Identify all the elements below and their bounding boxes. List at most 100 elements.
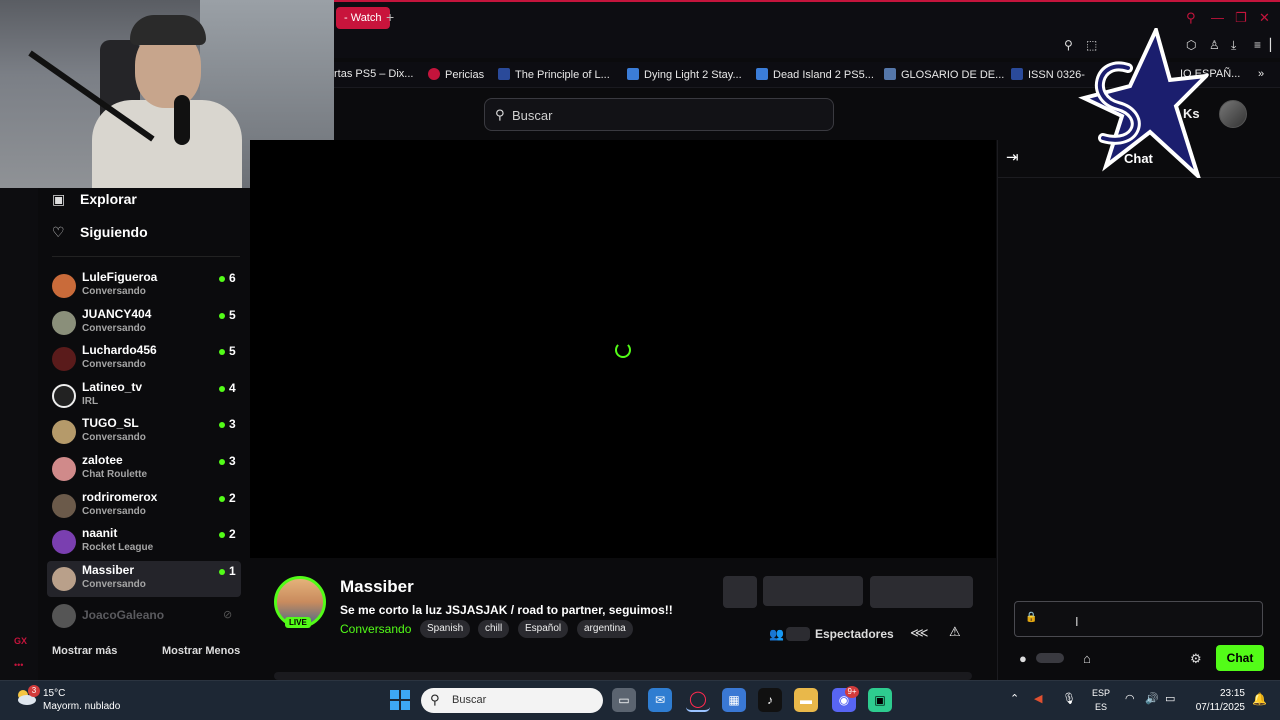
bookmarks-overflow-icon[interactable]: »	[1258, 68, 1264, 80]
tray-app-icon[interactable]: ◀	[1034, 692, 1042, 705]
bookmark-item[interactable]: rtas PS5 – Dix...	[334, 68, 413, 80]
chat-message-input[interactable]	[1014, 601, 1263, 637]
tag-pill[interactable]: chill	[478, 620, 510, 638]
battery-icon[interactable]: ▭	[1165, 692, 1175, 705]
opera-gx-icon[interactable]: ◯	[686, 688, 710, 712]
microphone-icon	[174, 95, 190, 145]
pin-icon[interactable]: ⚲	[1064, 38, 1073, 52]
issn-favicon	[1011, 68, 1023, 80]
channel-name: LuleFigueroa	[82, 270, 158, 284]
viewer-count: 3	[229, 454, 236, 468]
menu-icon[interactable]: ≡	[1254, 38, 1261, 52]
user-avatar[interactable]	[1219, 100, 1247, 128]
nav-following[interactable]: ♡ Siguiendo	[52, 224, 148, 241]
search-placeholder: Buscar	[512, 108, 553, 123]
app-icon[interactable]: ▣	[868, 688, 892, 712]
channel-category: Conversando	[82, 286, 146, 297]
store-icon[interactable]: ⌂	[1083, 651, 1091, 666]
channel-category: Conversando	[82, 432, 146, 443]
collapse-chat-icon[interactable]: ⇥	[1006, 148, 1019, 166]
sidebar-channel[interactable]: naanit Rocket League 2	[47, 524, 241, 560]
channel-name: Latineo_tv	[82, 380, 143, 394]
wifi-icon[interactable]: ◠	[1125, 692, 1135, 705]
weather-temp[interactable]: 15°C	[43, 688, 65, 699]
clock-date[interactable]: 07/11/2025	[1192, 702, 1245, 713]
show-more-button[interactable]: Mostrar más	[52, 645, 117, 657]
notification-icon[interactable]: 🔔	[1252, 692, 1267, 706]
more-options-icon[interactable]: •••	[14, 660, 23, 670]
show-less-button[interactable]: Mostrar Menos	[162, 645, 240, 657]
sidebar-channel[interactable]: Luchardo456 Conversando 5	[47, 341, 241, 377]
sidebar-channel[interactable]: TUGO_SL Conversando 3	[47, 414, 241, 450]
channel-name: JUANCY404	[82, 307, 152, 321]
viewers-label: Espectadores	[815, 627, 894, 641]
cam-cap	[130, 15, 206, 45]
profile-icon[interactable]: ♙	[1209, 38, 1220, 52]
folder-icon[interactable]: ▬	[794, 688, 818, 712]
sidebar-channel[interactable]: zalotee Chat Roulette 3	[47, 451, 241, 487]
star-logo-icon	[1078, 28, 1208, 178]
minimize-icon[interactable]: —	[1211, 10, 1224, 25]
store-icon[interactable]: ▦	[722, 688, 746, 712]
live-dot-icon	[219, 496, 225, 502]
loading-placeholder	[763, 576, 863, 606]
stream-category[interactable]: Conversando	[340, 622, 411, 636]
channel-name: JoacoGaleano	[82, 608, 165, 622]
download-icon[interactable]: ⤓	[1231, 38, 1236, 53]
clock-time[interactable]: 23:15	[1207, 688, 1245, 699]
tray-overflow-icon[interactable]: ⌃	[1010, 692, 1019, 705]
taskbar-search-input[interactable]: ⚲ Buscar	[421, 688, 603, 713]
share-icon[interactable]: ⋘	[910, 625, 929, 641]
restore-icon[interactable]: ❐	[1235, 10, 1247, 26]
emote-icon[interactable]: ●	[1019, 651, 1027, 666]
sidebar-channel[interactable]: rodriromerox Conversando 2	[47, 488, 241, 524]
browse-icon: ▣	[52, 191, 66, 207]
doc-favicon	[756, 68, 768, 80]
bookmark-item[interactable]: ISSN 0326-	[1011, 68, 1085, 81]
bookmark-item[interactable]: Dying Light 2 Stay...	[627, 68, 742, 81]
gx-label: GX	[14, 636, 28, 646]
keyboard-layout[interactable]: ES	[1095, 702, 1107, 712]
channel-name: Massiber	[82, 563, 135, 577]
tag-pill[interactable]: Español	[518, 620, 569, 638]
bookmark-item[interactable]: GLOSARIO DE DE...	[884, 68, 1004, 81]
microphone-icon[interactable]: 🎙	[1062, 692, 1076, 705]
language-indicator[interactable]: ESP	[1092, 688, 1110, 698]
close-icon[interactable]: ✕	[1259, 10, 1270, 26]
windows-start-icon[interactable]	[390, 690, 410, 710]
weather-desc[interactable]: Mayorm. nublado	[43, 701, 120, 712]
offline-icon: ⊘	[223, 609, 233, 621]
browser-tab-active[interactable]: - Watch	[336, 7, 390, 29]
sidebar-channel-selected[interactable]: Massiber Conversando 1	[47, 561, 241, 597]
bookmark-item[interactable]: Dead Island 2 PS5...	[756, 68, 874, 81]
avatar	[52, 457, 76, 481]
volume-icon[interactable]: 🔊	[1145, 692, 1159, 705]
sidebar-channel[interactable]: Latineo_tv IRL 4	[47, 378, 241, 414]
send-chat-button[interactable]: Chat	[1216, 645, 1264, 671]
avatar	[52, 604, 76, 628]
task-view-icon[interactable]: ▭	[612, 688, 636, 712]
channel-category: Conversando	[82, 579, 146, 590]
report-icon[interactable]: ⚠	[949, 624, 961, 640]
streamer-name[interactable]: Massiber	[340, 577, 414, 597]
pericias-favicon	[428, 68, 440, 80]
new-tab-button[interactable]: +	[386, 9, 394, 25]
live-dot-icon	[219, 313, 225, 319]
sidebar-channel[interactable]: JUANCY404 Conversando 5	[47, 305, 241, 341]
text-cursor: I	[1075, 614, 1079, 629]
nav-explore[interactable]: ▣ Explorar	[52, 191, 137, 208]
mail-icon[interactable]: ✉	[648, 688, 672, 712]
site-search-input[interactable]: ⚲ Buscar	[484, 98, 834, 131]
sidebar-channel[interactable]: LuleFigueroa Conversando 6	[47, 268, 241, 304]
search-tabs-icon[interactable]: ⚲	[1186, 10, 1196, 26]
scroll-indicator: ▏	[1270, 38, 1280, 52]
bookmark-item[interactable]: The Principle of L...	[498, 68, 610, 81]
bookmark-item[interactable]: Pericias	[428, 68, 484, 81]
loading-spinner-icon	[615, 342, 631, 358]
settings-icon[interactable]: ⚙	[1190, 651, 1202, 667]
tag-pill[interactable]: argentina	[577, 620, 633, 638]
channel-category: Conversando	[82, 506, 146, 517]
tiktok-icon[interactable]: ♪	[758, 688, 782, 712]
tag-pill[interactable]: Spanish	[420, 620, 471, 638]
sidebar-channel-offline[interactable]: JoacoGaleano ⊘	[47, 598, 241, 634]
